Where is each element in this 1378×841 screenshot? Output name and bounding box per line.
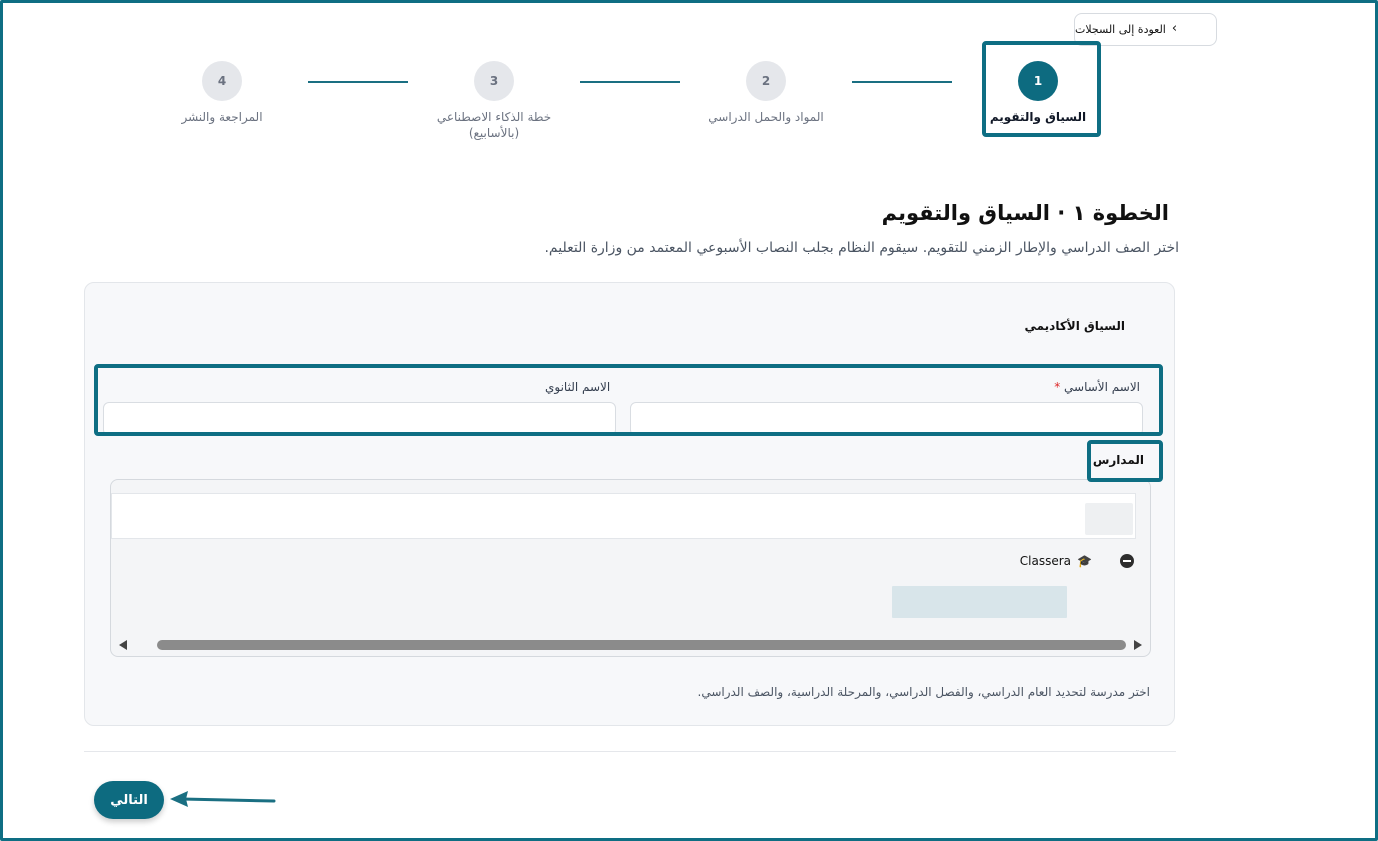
- page-subtitle: اختر الصف الدراسي والإطار الزمني للتقويم…: [544, 240, 1179, 256]
- tree-node-text: Classera: [1019, 554, 1072, 568]
- step-4[interactable]: 4 المراجعة والنشر: [152, 61, 292, 125]
- scroll-left-icon[interactable]: [119, 640, 127, 650]
- academic-context-card: السياق الأكاديمي الاسم الأساسي * الاسم ا…: [84, 282, 1175, 726]
- step-3[interactable]: 3 خطة الذكاء الاصطناعي (بالأسابيع): [424, 61, 564, 141]
- tree-search-row: [111, 493, 1136, 539]
- primary-name-label: الاسم الأساسي *: [1054, 380, 1140, 394]
- arrow-pointer-icon: [170, 791, 276, 807]
- next-button[interactable]: التالي: [94, 781, 164, 819]
- step-label: السياق والتقويم: [989, 110, 1087, 124]
- primary-name-label-text: الاسم الأساسي: [1064, 380, 1140, 394]
- schools-tree: 🎓 Classera: [110, 479, 1151, 657]
- secondary-name-input[interactable]: [103, 402, 616, 436]
- schools-title: المدارس: [1092, 453, 1144, 467]
- step-label: المراجعة والنشر: [181, 110, 263, 124]
- graduation-cap-icon: 🎓: [1077, 554, 1092, 568]
- tree-child-placeholder[interactable]: [892, 586, 1067, 618]
- schools-helper-text: اختر مدرسة لتحديد العام الدراسي، والفصل …: [697, 685, 1151, 699]
- secondary-name-label: الاسم الثانوي: [545, 380, 611, 394]
- section-title: السياق الأكاديمي: [1024, 319, 1125, 333]
- stepper-connector: [308, 81, 408, 83]
- horizontal-scrollbar[interactable]: [117, 638, 1144, 652]
- tree-node-classera[interactable]: 🎓 Classera: [1020, 554, 1134, 568]
- tree-node-label[interactable]: 🎓 Classera: [1020, 554, 1092, 568]
- chevron-right-icon: ›: [1171, 21, 1178, 36]
- stepper-connector: [852, 81, 952, 83]
- back-button-label: العودة إلى السجلات: [1075, 23, 1166, 36]
- page-title: الخطوة ١ · السياق والتقويم: [881, 201, 1169, 225]
- scroll-right-icon[interactable]: [1134, 640, 1142, 650]
- placeholder-block: [1085, 503, 1133, 535]
- step-number: 1: [1018, 61, 1058, 101]
- step-2[interactable]: 2 المواد والحمل الدراسي: [696, 61, 836, 125]
- stepper-connector: [580, 81, 680, 83]
- step-label: خطة الذكاء الاصطناعي (بالأسابيع): [436, 110, 552, 140]
- minus-circle-icon[interactable]: [1120, 554, 1134, 568]
- step-number: 4: [202, 61, 242, 101]
- primary-name-input[interactable]: [630, 402, 1143, 436]
- step-label: المواد والحمل الدراسي: [708, 110, 824, 124]
- step-1[interactable]: 1 السياق والتقويم: [968, 61, 1108, 125]
- step-number: 2: [746, 61, 786, 101]
- back-to-records-button[interactable]: › العودة إلى السجلات: [1074, 13, 1217, 46]
- step-number: 3: [474, 61, 514, 101]
- footer-divider: [84, 751, 1176, 752]
- required-marker: *: [1054, 380, 1061, 394]
- scrollbar-thumb[interactable]: [157, 640, 1126, 650]
- page-frame: › العودة إلى السجلات 1 السياق والتقويم 2…: [0, 0, 1378, 841]
